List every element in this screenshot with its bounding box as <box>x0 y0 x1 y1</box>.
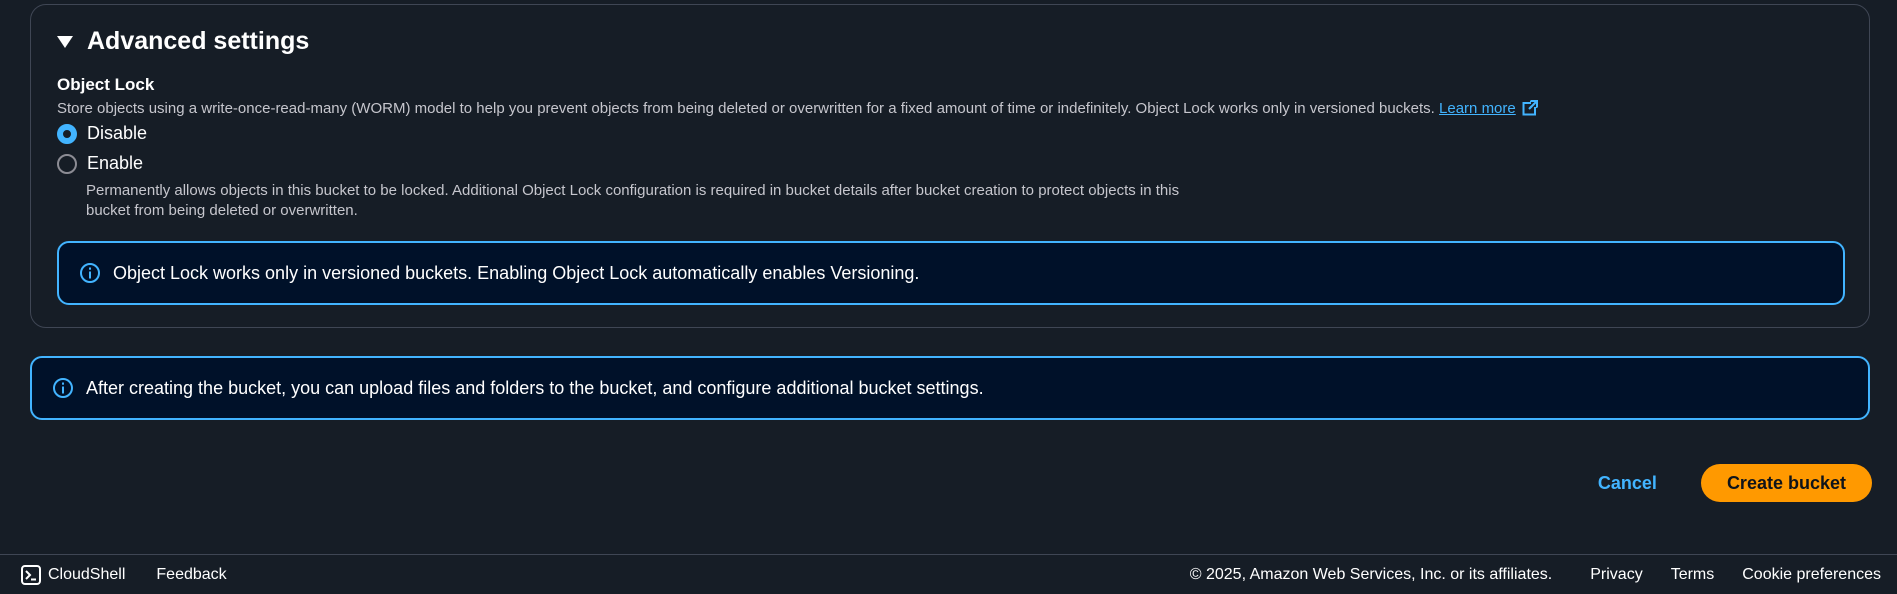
versioning-info-alert: Object Lock works only in versioned buck… <box>57 241 1845 305</box>
radio-button-unchecked[interactable] <box>57 153 77 174</box>
privacy-link[interactable]: Privacy <box>1590 566 1642 584</box>
radio-enable-label: Enable <box>87 153 144 173</box>
cookie-preferences-link[interactable]: Cookie preferences <box>1742 566 1881 584</box>
learn-more-link[interactable]: Learn more <box>1439 100 1538 117</box>
console-footer: CloudShell Feedback © 2025, Amazon Web S… <box>0 554 1897 594</box>
radio-button-checked[interactable] <box>57 123 77 144</box>
copyright-text: © 2025, Amazon Web Services, Inc. or its… <box>1189 565 1553 583</box>
learn-more-label: Learn more <box>1439 100 1516 117</box>
object-lock-description: Store objects using a write-once-read-ma… <box>57 100 1538 117</box>
radio-disable-label: Disable <box>87 123 148 143</box>
radio-enable[interactable]: Enable <box>57 153 143 174</box>
enable-description: Permanently allows objects in this bucke… <box>86 181 1266 221</box>
radio-disable[interactable]: Disable <box>57 123 147 144</box>
post-create-info-alert: After creating the bucket, you can uploa… <box>30 356 1870 420</box>
versioning-info-text: Object Lock works only in versioned buck… <box>113 262 920 283</box>
cloudshell-label: CloudShell <box>48 565 126 583</box>
post-create-info-text: After creating the bucket, you can uploa… <box>86 377 984 398</box>
advanced-settings-panel: Advanced settings Object Lock Store obje… <box>30 4 1870 328</box>
form-actions: Cancel Create bucket <box>1592 464 1872 502</box>
enable-description-line-2: bucket from being deleted or overwritten… <box>86 202 358 219</box>
advanced-settings-toggle[interactable]: Advanced settings <box>57 27 309 56</box>
object-lock-description-text: Store objects using a write-once-read-ma… <box>57 100 1435 117</box>
cancel-button[interactable]: Cancel <box>1592 472 1663 495</box>
create-bucket-button[interactable]: Create bucket <box>1700 464 1872 502</box>
cloudshell-icon <box>21 564 41 585</box>
panel-title: Advanced settings <box>87 27 310 55</box>
terms-link[interactable]: Terms <box>1671 566 1715 584</box>
caret-down-icon <box>57 35 73 48</box>
enable-description-line-1: Permanently allows objects in this bucke… <box>86 182 1180 199</box>
object-lock-label: Object Lock <box>57 75 155 94</box>
external-link-icon <box>1522 100 1538 116</box>
cloudshell-button[interactable]: CloudShell <box>20 564 125 586</box>
info-icon <box>53 378 73 398</box>
info-icon <box>80 263 100 283</box>
feedback-link[interactable]: Feedback <box>156 566 226 584</box>
